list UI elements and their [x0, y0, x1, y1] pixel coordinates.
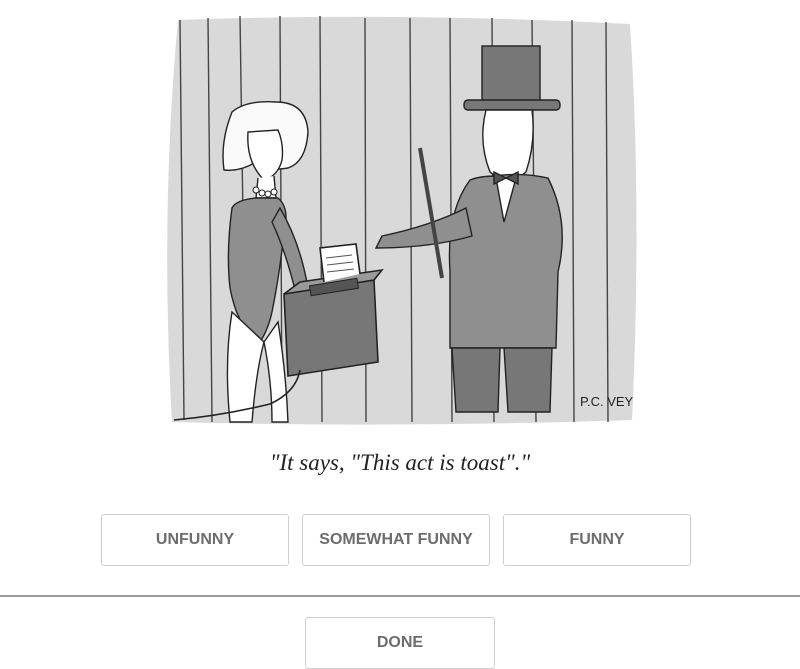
somewhat-funny-button[interactable]: SOMEWHAT FUNNY — [302, 514, 490, 566]
rating-buttons: UNFUNNY SOMEWHAT FUNNY FUNNY — [0, 514, 800, 568]
done-button[interactable]: DONE — [305, 617, 495, 669]
unfunny-button[interactable]: UNFUNNY — [101, 514, 289, 566]
funny-button[interactable]: FUNNY — [503, 514, 691, 566]
divider — [0, 595, 800, 597]
cartoon-image: P.C. VEY — [160, 12, 642, 432]
cartoon-signature: P.C. VEY — [580, 394, 634, 409]
cartoon-caption: "It says, "This act is toast"." — [269, 450, 531, 475]
